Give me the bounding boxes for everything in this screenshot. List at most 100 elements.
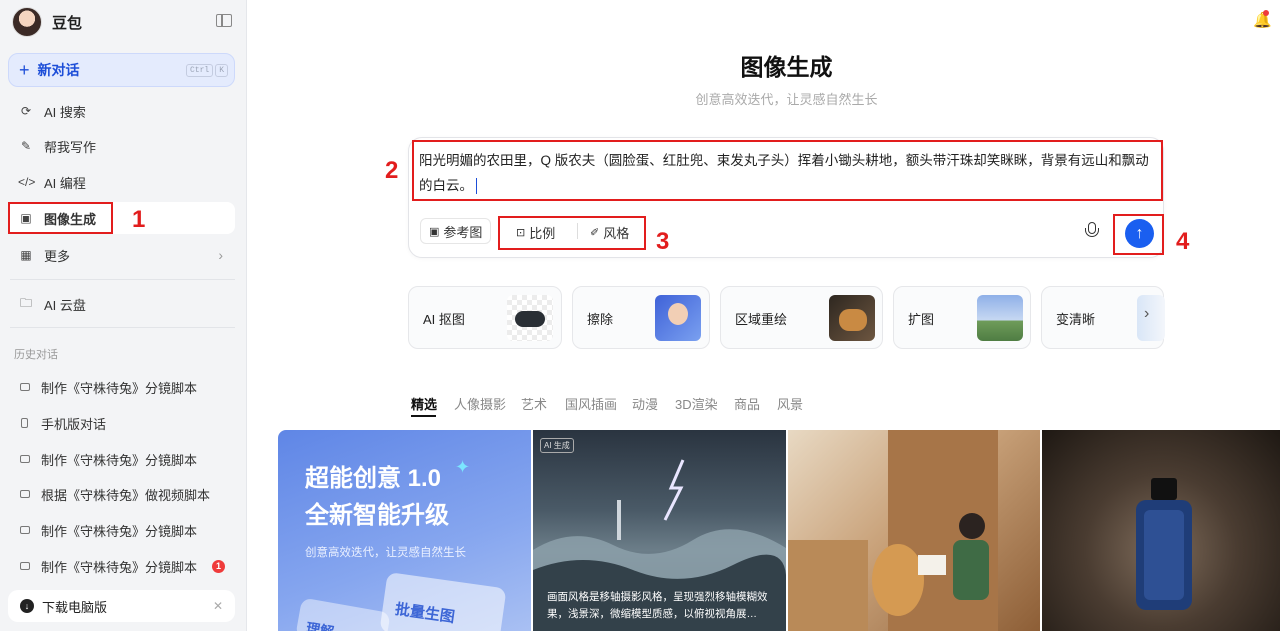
chat-icon: [20, 526, 30, 534]
reference-image-button[interactable]: ▣ 参考图: [420, 218, 492, 244]
gallery-image-boy-dog[interactable]: [788, 430, 1040, 631]
dog-shape: [872, 544, 924, 616]
feature-label: 区域重绘: [735, 312, 788, 327]
promo-subtitle: 创意高效迭代，让灵感自然生长: [305, 547, 466, 559]
feature-card-expand[interactable]: 扩图: [893, 286, 1031, 349]
feature-thumbnail: [507, 295, 553, 341]
brand[interactable]: 豆包: [12, 7, 82, 37]
chat-icon: [20, 562, 30, 570]
feature-label: 变清晰: [1056, 312, 1096, 327]
tab-portrait[interactable]: 人像摄影: [454, 394, 506, 413]
close-icon[interactable]: ✕: [213, 599, 223, 613]
sidebar-item-label: 帮我写作: [44, 139, 97, 155]
tab-art[interactable]: 艺术: [521, 394, 547, 413]
divider: [10, 279, 235, 280]
tab-product[interactable]: 商品: [734, 394, 760, 413]
notification-bell-icon[interactable]: 🔔: [1253, 10, 1272, 29]
history-item[interactable]: 制作《守株待兔》分镜脚本: [8, 514, 235, 546]
feature-card-erase[interactable]: 擦除: [572, 286, 710, 349]
mic-stand: [1085, 228, 1099, 237]
history-item[interactable]: 制作《守株待兔》分镜脚本: [8, 443, 235, 475]
boy-shape: [953, 540, 989, 600]
sidebar-item-writing[interactable]: ✎ 帮我写作: [8, 130, 235, 162]
promo-title-line-2: 全新智能升级: [305, 502, 449, 529]
perfume-illustration: [1136, 478, 1192, 610]
chat-icon: [20, 455, 30, 463]
sparkle-icon: ✦: [455, 457, 471, 477]
avatar: [12, 7, 42, 37]
sidebar-item-cloud[interactable]: 🗀 AI 云盘: [8, 288, 235, 320]
unread-badge: 1: [212, 559, 225, 573]
dog-shape: [839, 309, 867, 331]
promo-title-line-1: 超能创意 1.0: [305, 465, 442, 492]
microphone-icon[interactable]: [1085, 222, 1099, 240]
tab-3d-render[interactable]: 3D渲染: [675, 394, 718, 413]
history-item[interactable]: 根据《守株待兔》做视频脚本: [8, 478, 235, 510]
sidebar-item-coding[interactable]: </> AI 编程: [8, 166, 235, 198]
history-item[interactable]: 手机版对话: [8, 407, 235, 439]
grid-icon: ▦: [20, 248, 32, 262]
lightning-bolt: [663, 459, 685, 521]
history-item-label: 制作《守株待兔》分镜脚本: [41, 380, 198, 396]
divider: [10, 327, 235, 328]
feature-label: AI 抠图: [423, 312, 465, 327]
notification-dot: [1263, 10, 1269, 16]
history-item-label: 根据《守株待兔》做视频脚本: [41, 487, 211, 503]
pen-icon: ✎: [20, 139, 32, 153]
brand-name: 豆包: [52, 14, 83, 32]
history-item-label: 制作《守株待兔》分镜脚本: [41, 559, 198, 575]
sidebar-item-label: AI 编程: [44, 175, 86, 191]
annotation-number-1: 1: [132, 206, 146, 233]
history-item-label: 制作《守株待兔》分镜脚本: [41, 452, 198, 468]
folder-icon: 🗀: [19, 295, 32, 310]
code-icon: </>: [18, 175, 36, 189]
feature-thumbnail: [977, 295, 1023, 341]
download-icon: ↓: [20, 599, 34, 613]
face-shape: [668, 303, 688, 325]
download-desktop-button[interactable]: ↓ 下载电脑版 ✕: [8, 590, 235, 622]
sidebar-toggle-icon[interactable]: [216, 14, 232, 27]
chat-icon: [20, 490, 30, 498]
history-item[interactable]: 制作《守株待兔》分镜脚本: [8, 371, 235, 403]
chevron-right-icon[interactable]: ›: [1144, 305, 1149, 323]
highlight-box-1: [8, 202, 113, 234]
sidebar-item-more[interactable]: ▦ 更多 ›: [8, 239, 235, 271]
history-item[interactable]: 制作《守株待兔》分镜脚本 1: [8, 550, 235, 582]
feature-label: 扩图: [908, 312, 935, 327]
download-label: 下载电脑版: [42, 599, 108, 615]
annotation-number-2: 2: [385, 157, 399, 184]
highlight-box-3: [498, 216, 646, 250]
feature-thumbnail: [1137, 295, 1165, 341]
feature-thumbnail: [829, 295, 875, 341]
chat-icon: [20, 383, 30, 391]
highlight-box-2: [412, 140, 1163, 201]
annotation-number-3: 3: [656, 228, 670, 255]
ai-generated-badge: AI 生成: [540, 438, 574, 453]
tab-anime[interactable]: 动漫: [632, 394, 658, 413]
headphone-shape: [515, 311, 545, 327]
highlight-box-4: [1113, 214, 1164, 255]
sidebar-item-label: AI 云盘: [44, 297, 86, 313]
image-icon: ▣: [429, 225, 440, 238]
annotation-number-4: 4: [1176, 228, 1190, 255]
bottle-cap: [1151, 478, 1177, 500]
sidebar-item-label: 更多: [44, 248, 71, 264]
chevron-right-icon: ›: [218, 247, 223, 263]
page-subtitle: 创意高效迭代，让灵感自然生长: [695, 92, 878, 107]
boy-dog-illustration: [788, 430, 998, 631]
feature-card-cutout[interactable]: AI 抠图: [408, 286, 562, 349]
feature-label: 擦除: [587, 312, 614, 327]
cabinet: [788, 540, 868, 631]
bottle-glass: [1144, 510, 1184, 600]
lighthouse: [617, 500, 621, 540]
tab-landscape[interactable]: 风景: [777, 394, 803, 413]
history-item-label: 手机版对话: [41, 416, 107, 432]
image-caption: 画面风格是移轴摄影风格，呈现强烈移轴模糊效果，浅景深，微缩模型质感，以俯视视角展…: [547, 591, 768, 620]
phone-icon: [21, 418, 28, 428]
promo-title: 超能创意 1.0 全新智能升级: [305, 460, 449, 534]
gallery-image-perfume[interactable]: [1042, 430, 1280, 631]
tab-chinese-illustration[interactable]: 国风插画: [565, 394, 617, 413]
boy-head: [959, 513, 985, 539]
tab-featured[interactable]: 精选: [411, 394, 437, 413]
feature-card-inpaint[interactable]: 区域重绘: [720, 286, 883, 349]
